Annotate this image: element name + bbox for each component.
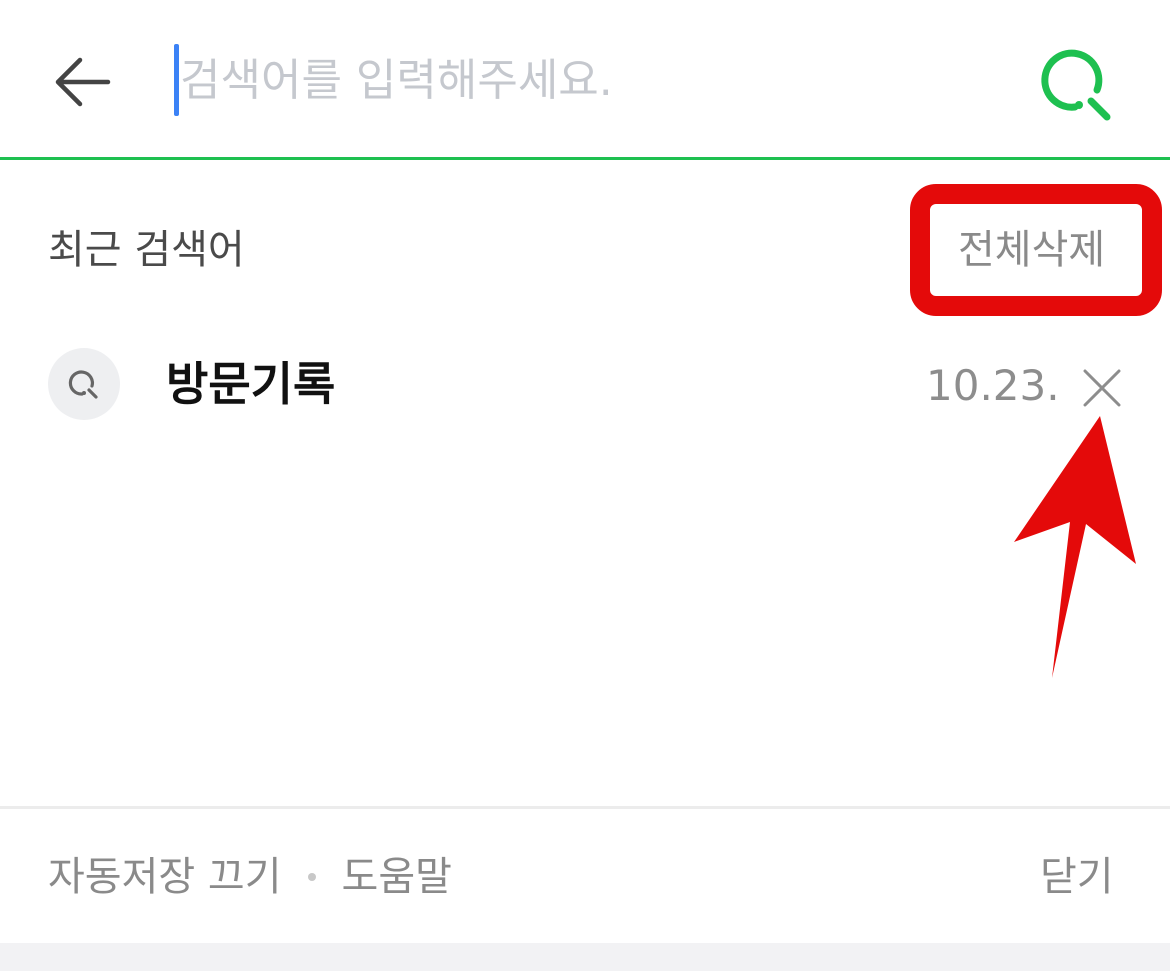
search-input-wrap [172, 44, 992, 116]
autosave-off-button[interactable]: 자동저장 끄기 [48, 849, 282, 905]
close-icon [1083, 369, 1121, 407]
footer: 자동저장 끄기 도움말 닫기 [0, 809, 1170, 943]
separator-dot [307, 873, 316, 881]
help-link[interactable]: 도움말 [342, 849, 452, 905]
arrow-left-icon [55, 57, 111, 107]
history-keyword[interactable]: 방문기록 [166, 354, 335, 414]
close-button[interactable]: 닫기 [1040, 849, 1114, 905]
recent-searches-title: 최근 검색어 [48, 227, 245, 273]
search-page: 최근 검색어 전체삭제 방문기록 10.23. 자동저장 끄기 도움말 [0, 0, 1170, 971]
search-submit-button[interactable] [1036, 42, 1122, 128]
history-search-icon-wrap [48, 348, 120, 420]
bottom-strip [0, 943, 1170, 971]
search-icon [1041, 49, 1111, 121]
history-date: 10.23. [926, 361, 1060, 410]
footer-links: 자동저장 끄기 도움말 [48, 849, 452, 905]
text-caret [174, 44, 179, 116]
list-item[interactable]: 방문기록 10.23. [0, 340, 1170, 430]
search-icon [68, 370, 98, 399]
back-button[interactable] [40, 40, 124, 124]
annotation-arrow [1014, 416, 1136, 678]
search-header [0, 0, 1170, 160]
search-input[interactable] [180, 44, 980, 116]
clear-all-button[interactable]: 전체삭제 [958, 222, 1105, 278]
delete-history-button[interactable] [1074, 360, 1130, 416]
